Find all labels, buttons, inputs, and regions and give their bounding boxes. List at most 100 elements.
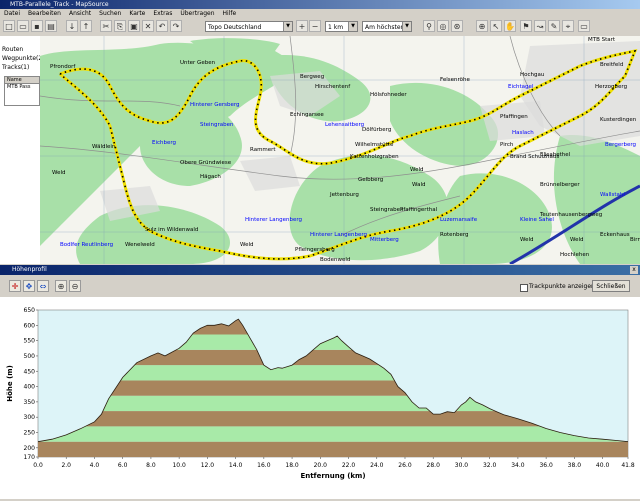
map-product-select[interactable]: Topo Deutschland ▼ [205, 21, 293, 32]
map-label: Wallstahl [600, 192, 625, 198]
route-tool-icon[interactable]: ↝ [534, 20, 546, 32]
track-tool-icon[interactable]: ✎ [548, 20, 560, 32]
list-column-name[interactable]: Name [5, 77, 39, 84]
menu-item-2[interactable]: Ansicht [69, 10, 91, 17]
hand-tool-icon[interactable]: ✋ [504, 20, 516, 32]
paste-icon[interactable]: ▣ [128, 20, 140, 32]
map-label: Hinterer Langenberg [310, 232, 367, 238]
zoom-out-icon[interactable]: − [309, 20, 321, 32]
close-button[interactable]: Schließen [592, 280, 630, 292]
x-tick-label: 26.0 [398, 462, 412, 469]
map-label: Kusterdingen [600, 117, 637, 123]
x-tick-label: 4.0 [90, 462, 100, 469]
undo-icon[interactable]: ↶ [156, 20, 168, 32]
y-tick-label: 650 [24, 307, 36, 314]
zoom-in-icon[interactable]: + [296, 20, 308, 32]
map-label: Weld [570, 237, 584, 243]
open-folder-icon[interactable]: ▭ [17, 20, 29, 32]
chevron-down-icon: ▼ [402, 22, 411, 31]
map-label: Hinterer Langenberg [245, 217, 302, 223]
arrows-icon[interactable]: ⇔ [37, 280, 49, 292]
x-tick-label: 34.0 [511, 462, 525, 469]
trackpoints-checkbox[interactable] [520, 284, 528, 292]
x-tick-label: 2.0 [61, 462, 71, 469]
pan-icon[interactable]: ✥ [23, 280, 35, 292]
y-tick-label: 300 [24, 414, 36, 421]
map-label: Wäldlein [92, 144, 116, 150]
map-label: Hochgau [520, 72, 544, 78]
map-label: Weld [410, 167, 424, 173]
map-label: Pfrondorf [50, 64, 76, 70]
y-tick-label: 450 [24, 368, 36, 375]
profile-window-titlebar: Höhenprofil x [0, 265, 640, 275]
map-view[interactable]: Pfrondorf Unter Geben Hinterer Gersberg Ste… [40, 36, 640, 264]
zoom-in-icon[interactable]: ⊕ [55, 280, 67, 292]
menu-item-6[interactable]: Übertragen [180, 10, 214, 17]
y-tick-label: 400 [24, 384, 36, 391]
topo-map[interactable]: Pfrondorf Unter Geben Hinterer Gersberg Ste… [40, 36, 640, 264]
map-tool-icon[interactable]: ▭ [578, 20, 590, 32]
x-tick-label: 32.0 [483, 462, 497, 469]
send-to-device-icon[interactable]: ↑ [80, 20, 92, 32]
map-label: Pfaffingen [500, 114, 528, 120]
tab-waypoints[interactable]: Wegpunkte(2) [2, 55, 45, 62]
x-tick-label: 10.0 [172, 462, 186, 469]
zoom-level-select[interactable]: 1 km ▼ [325, 21, 358, 32]
tab-routes[interactable]: Routen [2, 46, 23, 53]
close-icon[interactable]: x [630, 266, 638, 274]
selection-tool-icon[interactable]: ↖ [490, 20, 502, 32]
app-title: MTB-Parallele_Track - MapSource [10, 1, 109, 8]
elevation-band [38, 441, 628, 457]
menu-item-7[interactable]: Hilfe [223, 10, 237, 17]
y-tick-label: 170 [24, 454, 36, 461]
zoom-tool-icon[interactable]: ⊕ [476, 20, 488, 32]
zoom-out-icon[interactable]: ⊖ [69, 280, 81, 292]
map-label: Weld [520, 237, 534, 243]
cut-icon[interactable]: ✂ [100, 20, 112, 32]
menu-item-0[interactable]: Datei [4, 10, 20, 17]
copy-icon[interactable]: ⎘ [114, 20, 126, 32]
x-tick-label: 24.0 [370, 462, 384, 469]
map-label: Wenelweld [125, 242, 155, 248]
redo-icon[interactable]: ↷ [170, 20, 182, 32]
list-item-track[interactable]: MTB Pass [5, 84, 39, 90]
new-file-icon[interactable]: □ [3, 20, 15, 32]
detail-level-select[interactable]: Am höchsten ▼ [362, 21, 412, 32]
x-tick-label: 28.0 [427, 462, 441, 469]
map-label: Felsenröhe [440, 77, 471, 83]
delete-icon[interactable]: ✕ [142, 20, 154, 32]
map-label: Kettenholzgraben [350, 154, 399, 160]
trackpoints-checkbox-label: Trackpunkte anzeigen [529, 283, 595, 290]
find-icon[interactable]: ⚲ [423, 20, 435, 32]
y-tick-label: 350 [24, 399, 36, 406]
menu-item-1[interactable]: Bearbeiten [28, 10, 61, 17]
menu-item-5[interactable]: Extras [153, 10, 172, 17]
crosshair-icon[interactable]: ✛ [9, 280, 21, 292]
menu-item-4[interactable]: Karte [129, 10, 145, 17]
waypoint-tool-icon[interactable]: ⚑ [520, 20, 532, 32]
profile-toolbar: ✛ ✥ ⇔ ⊕ ⊖ Trackpunkte anzeigen Schließen [0, 275, 640, 298]
map-label: Bergerberg [605, 142, 636, 148]
find-nearest-icon[interactable]: ⊛ [451, 20, 463, 32]
save-icon[interactable]: ▪ [31, 20, 43, 32]
x-tick-label: 0.0 [33, 462, 43, 469]
y-tick-label: 250 [24, 430, 36, 437]
print-icon[interactable]: ▤ [45, 20, 57, 32]
find-places-icon[interactable]: ◎ [437, 20, 449, 32]
distance-tool-icon[interactable]: ⌖ [562, 20, 574, 32]
map-label: Dölfürberg [362, 127, 391, 133]
x-tick-label: 20.0 [314, 462, 328, 469]
x-tick-label: 41.8 [621, 462, 635, 469]
tab-tracks[interactable]: Tracks(1) [2, 64, 29, 71]
receive-from-device-icon[interactable]: ↓ [66, 20, 78, 32]
x-tick-label: 8.0 [146, 462, 156, 469]
map-label: Teutenhausenbergweg [539, 212, 602, 218]
map-label: Steingraben [370, 207, 404, 213]
menu-item-3[interactable]: Suchen [99, 10, 121, 17]
elevation-chart: 170 200 250 300 350 400 450 500 550 600 650 0.0 2.0… [0, 297, 640, 499]
zoom-level-value: 1 km [328, 24, 344, 31]
main-toolbar: □ ▭ ▪ ▤ ↓ ↑ ✂ ⎘ ▣ ✕ ↶ ↷ Topo Deutschland… [0, 18, 640, 37]
map-label: Jettenburg [329, 192, 359, 198]
x-tick-label: 16.0 [257, 462, 271, 469]
x-tick-label: 30.0 [455, 462, 469, 469]
